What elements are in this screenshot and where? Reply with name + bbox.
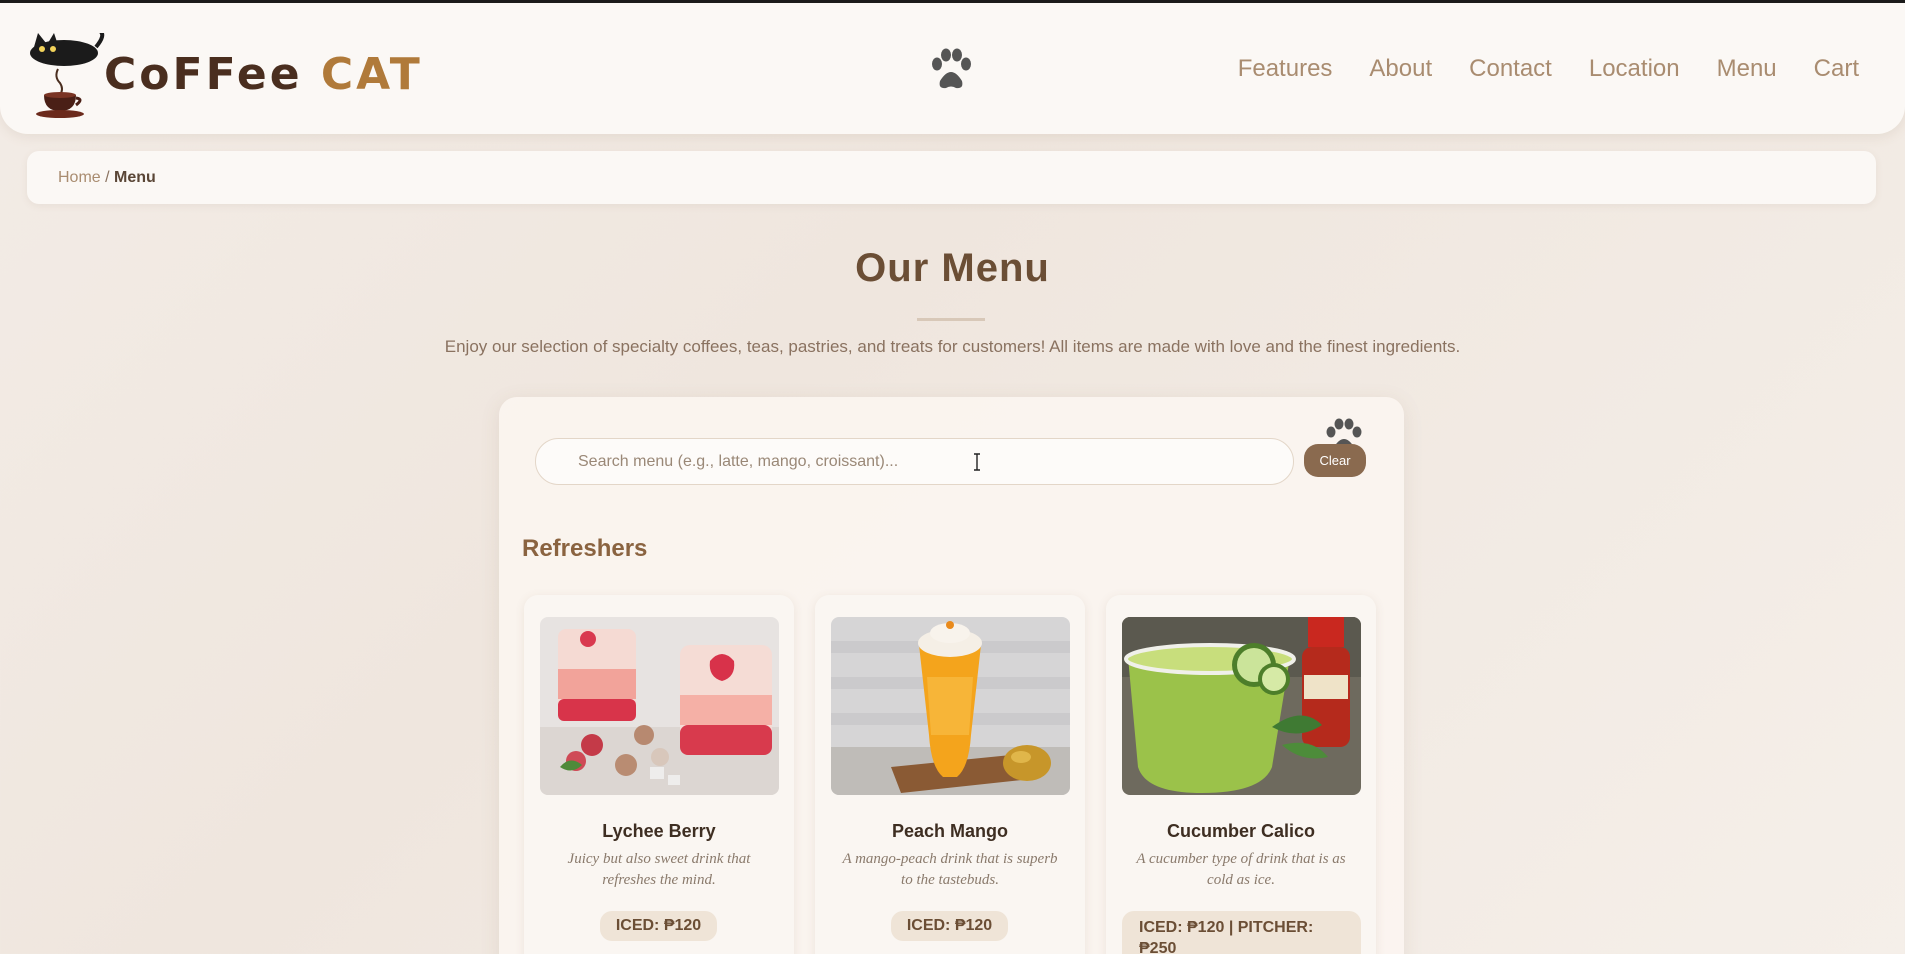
- nav-about[interactable]: About: [1369, 55, 1432, 83]
- clear-button[interactable]: Clear: [1304, 444, 1366, 477]
- breadcrumb-separator: /: [100, 169, 115, 186]
- menu-item-price: ICED: ₱120: [891, 911, 1008, 941]
- menu-item-name: Peach Mango: [891, 821, 1009, 841]
- menu-item-price: ICED: ₱120 | PITCHER: ₱250: [1122, 911, 1361, 954]
- paw-icon: [932, 48, 971, 89]
- main-nav: Features About Contact Location Menu Car…: [1238, 55, 1859, 83]
- peach-mango-photo: [831, 617, 1070, 795]
- site-header: CoFFee CAT Features About Contact Locati…: [0, 3, 1905, 134]
- lychee-berry-photo: [540, 617, 779, 795]
- breadcrumb-home-link[interactable]: Home: [58, 169, 101, 186]
- menu-panel: Clear Refreshers: [499, 397, 1404, 954]
- menu-item-description: A mango-peach drink that is superb to th…: [842, 851, 1058, 888]
- menu-item-card[interactable]: Peach Mango A mango-peach drink that is …: [815, 595, 1085, 954]
- section-title-refreshers: Refreshers: [522, 535, 648, 562]
- logo-wordmark: CoFFee CAT: [104, 49, 423, 100]
- coffee-cat-logo[interactable]: CoFFee CAT: [26, 29, 420, 119]
- nav-location[interactable]: Location: [1589, 55, 1680, 83]
- menu-item-description: Juicy but also sweet drink that refreshe…: [567, 851, 751, 888]
- logo-word-cat: CAT: [320, 49, 423, 100]
- logo-word-coffee: CoFFee: [104, 49, 303, 100]
- menu-item-price: ICED: ₱120: [600, 911, 717, 941]
- title-divider: [917, 318, 985, 321]
- menu-item-name: Cucumber Calico: [1166, 821, 1316, 841]
- menu-item-card[interactable]: Cucumber Calico A cucumber type of drink…: [1106, 595, 1376, 954]
- search-input[interactable]: [535, 438, 1294, 485]
- breadcrumb-current: Menu: [114, 169, 156, 186]
- page-subtitle: Enjoy our selection of specialty coffees…: [444, 337, 1461, 356]
- breadcrumb: Home / Menu: [27, 151, 1876, 204]
- cat-cup-logo-icon: [30, 29, 105, 118]
- nav-menu[interactable]: Menu: [1717, 55, 1777, 83]
- nav-contact[interactable]: Contact: [1469, 55, 1552, 83]
- nav-features[interactable]: Features: [1238, 55, 1333, 83]
- menu-item-name: Lychee Berry: [602, 821, 716, 841]
- menu-item-card[interactable]: Lychee Berry Juicy but also sweet drink …: [524, 595, 794, 954]
- page-title: Our Menu: [855, 246, 1050, 290]
- nav-cart[interactable]: Cart: [1814, 55, 1859, 83]
- menu-item-description: A cucumber type of drink that is as cold…: [1136, 851, 1346, 888]
- cucumber-calico-photo: [1122, 617, 1361, 795]
- text-cursor-icon: [974, 453, 980, 471]
